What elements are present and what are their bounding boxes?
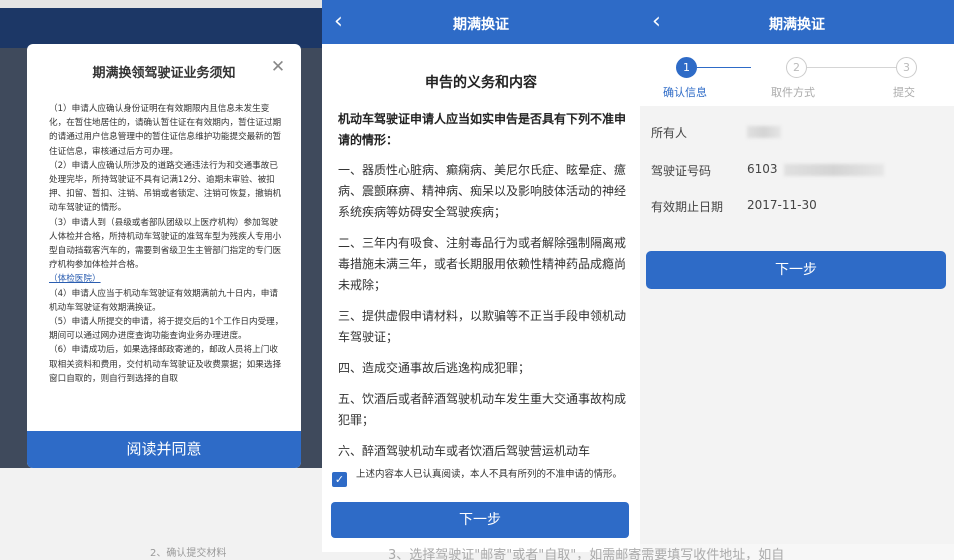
notice-paragraph-4: （4）申请人应当于机动车驾驶证有效期满前九十日内，申请机动车驾驶证有效期满换证。 <box>49 288 278 313</box>
bottom-caption: 3、选择驾驶证"邮寄"或者"自取"，如需邮寄需要填写收件地址，如自 <box>388 548 785 560</box>
expiry-date-value: 2017-11-30 <box>747 198 817 212</box>
nav-title: 期满换证 <box>453 17 509 33</box>
bottom-caption-panel1: 2、确认提交材料 <box>150 548 227 559</box>
checkbox-checked-icon[interactable]: ✓ <box>332 472 347 487</box>
step-1-circle: 1 <box>676 57 697 78</box>
step-indicator: 1 2 3 确认信息 取件方式 提交 <box>640 44 954 106</box>
read-and-agree-button[interactable]: 阅读并同意 <box>27 431 301 468</box>
license-info: 所有人 驾驶证号码 6103 有效期止日期 2017-11-30 <box>640 112 954 232</box>
top-band <box>0 0 322 8</box>
license-number-label: 驾驶证号码 <box>651 164 712 178</box>
declaration-heading: 申告的义务和内容 <box>425 75 537 91</box>
declaration-item: 三、提供虚假申请材料，以欺骗等不正当手段申领机动车驾驶证； <box>338 309 627 344</box>
step-3-label: 提交 <box>893 86 915 99</box>
step-connector-done <box>697 67 751 68</box>
checkbox-label: 上述内容本人已认真阅读，本人不具有所列的不准申请的情形。 <box>356 469 623 480</box>
step-2-circle: 2 <box>786 57 807 78</box>
navbar: ‹ 期满换证 <box>322 0 640 44</box>
panel-business-notice: 2、确认提交材料 期满换领驾驶证业务须知 ✕ （1）申请人应确认身份证明在有效期… <box>0 0 322 560</box>
notice-paragraph-1: （1）申请人应确认身份证明在有效期限内且信息未发生变化，在暂住地居住的，请确认暂… <box>49 104 282 157</box>
modal-body: （1）申请人应确认身份证明在有效期限内且信息未发生变化，在暂住地居住的，请确认暂… <box>49 102 285 386</box>
owner-value-redacted <box>747 124 781 138</box>
next-step-button[interactable]: 下一步 <box>646 251 946 289</box>
declaration-intro: 机动车驾驶证申请人应当如实申告是否具有下列不准申请的情形： <box>338 112 627 147</box>
declaration-item: 五、饮酒后或者醉酒驾驶机动车发生重大交通事故构成犯罪； <box>338 392 627 427</box>
expiry-date-label: 有效期止日期 <box>651 200 724 214</box>
panel-confirm-info: ‹ 期满换证 1 2 3 确认信息 取件方式 提交 所有人 驾驶证号码 6103… <box>640 0 954 560</box>
declaration-item: 二、三年内有吸食、注射毒品行为或者解除强制隔离戒毒措施未满三年，或者长期服用依赖… <box>338 236 627 292</box>
close-icon[interactable]: ✕ <box>269 58 287 76</box>
nav-title: 期满换证 <box>769 17 825 33</box>
owner-label: 所有人 <box>651 126 688 140</box>
step-connector-pending <box>807 67 896 68</box>
dimmed-navbar <box>0 8 322 48</box>
modal-title: 期满换领驾驶证业务须知 <box>92 66 236 81</box>
medical-exam-link[interactable]: （体检医院） <box>49 274 101 284</box>
declaration-item: 四、造成交通事故后逃逸构成犯罪； <box>338 361 531 375</box>
notice-paragraph-6: （6）申请成功后，如果选择邮政寄递的，邮政人员将上门收取相关资料和费用，交付机动… <box>49 345 282 384</box>
license-number-value: 6103 <box>747 162 884 176</box>
screenshot-collage: 2、确认提交材料 期满换领驾驶证业务须知 ✕ （1）申请人应确认身份证明在有效期… <box>0 0 954 560</box>
notice-paragraph-2: （2）申请人应确认所涉及的道路交通违法行为和交通事故已处理完毕，所持驾驶证不具有… <box>49 160 282 214</box>
notice-paragraph-3: （3）申请人到（县级或者部队团级以上医疗机构）参加驾驶人体检并合格，所持机动车驾… <box>49 217 282 271</box>
step-3-circle: 3 <box>896 57 917 78</box>
step-1-label: 确认信息 <box>663 86 707 99</box>
next-step-button[interactable]: 下一步 <box>331 502 629 538</box>
notice-paragraph-5: （5）申请人所提交的申请，将于提交后的1个工作日内受理，期间可以通过网办进度查询… <box>49 317 284 342</box>
panel-declaration: ‹ 期满换证 申告的义务和内容 机动车驾驶证申请人应当如实申告是否具有下列不准申… <box>322 0 640 560</box>
declaration-list: 一、器质性心脏病、癫痫病、美尼尔氏症、眩晕症、癔病、震颤麻痹、精神病、痴呆以及影… <box>338 160 630 472</box>
step-2-label: 取件方式 <box>771 86 815 99</box>
declaration-item: 一、器质性心脏病、癫痫病、美尼尔氏症、眩晕症、癔病、震颤麻痹、精神病、痴呆以及影… <box>338 163 627 219</box>
confirm-checkbox-row[interactable]: ✓ 上述内容本人已认真阅读，本人不具有所列的不准申请的情形。 <box>332 468 632 496</box>
bottom-caption-strip: 3、选择驾驶证"邮寄"或者"自取"，如需邮寄需要填写收件地址，如自 <box>322 546 954 560</box>
navbar: ‹ 期满换证 <box>640 0 954 44</box>
notice-modal: 期满换领驾驶证业务须知 ✕ （1）申请人应确认身份证明在有效期限内且信息未发生变… <box>27 44 301 468</box>
